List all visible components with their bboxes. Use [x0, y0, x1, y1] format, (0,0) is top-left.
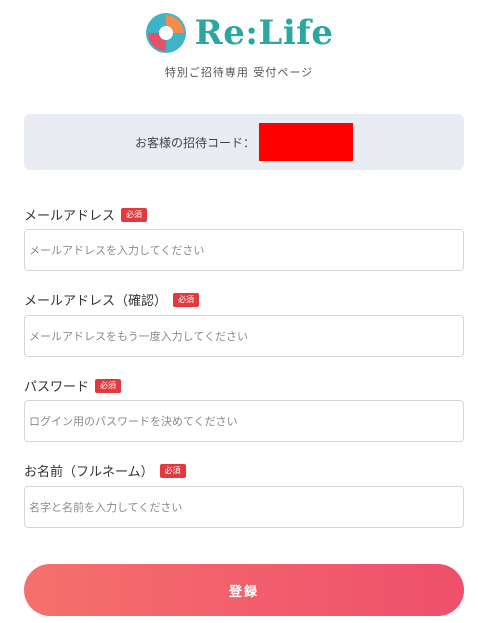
relife-logo-icon [146, 13, 187, 53]
invite-code-panel: お客様の招待コード： [24, 114, 464, 170]
register-button[interactable]: 登録 [24, 564, 464, 616]
password-input[interactable] [24, 400, 464, 442]
password-label-text: パスワード [24, 380, 90, 395]
email-input[interactable] [24, 229, 464, 271]
email-confirm-input[interactable] [24, 315, 464, 357]
fullname-label: お名前（フルネーム） 必須 [24, 461, 186, 480]
page-subtitle: 特別ご招待専用 受付ページ [164, 66, 314, 79]
fullname-input[interactable] [24, 486, 464, 528]
required-badge: 必須 [159, 463, 186, 478]
password-label: パスワード 必須 [24, 376, 122, 395]
email-label-text: メールアドレス [24, 209, 116, 224]
logo-text: Re:Life [194, 13, 334, 53]
required-badge: 必須 [121, 207, 148, 222]
logo: Re:Life [0, 8, 478, 58]
required-badge: 必須 [173, 292, 200, 307]
required-badge: 必須 [95, 378, 122, 393]
invite-code-label: お客様の招待コード： [134, 135, 255, 150]
email-confirm-label-text: メールアドレス（確認） [24, 294, 168, 309]
fullname-label-text: お名前（フルネーム） [24, 465, 154, 480]
email-label: メールアドレス 必須 [24, 205, 148, 224]
email-confirm-label: メールアドレス（確認） 必須 [24, 290, 200, 309]
invite-code-redacted [259, 123, 353, 161]
